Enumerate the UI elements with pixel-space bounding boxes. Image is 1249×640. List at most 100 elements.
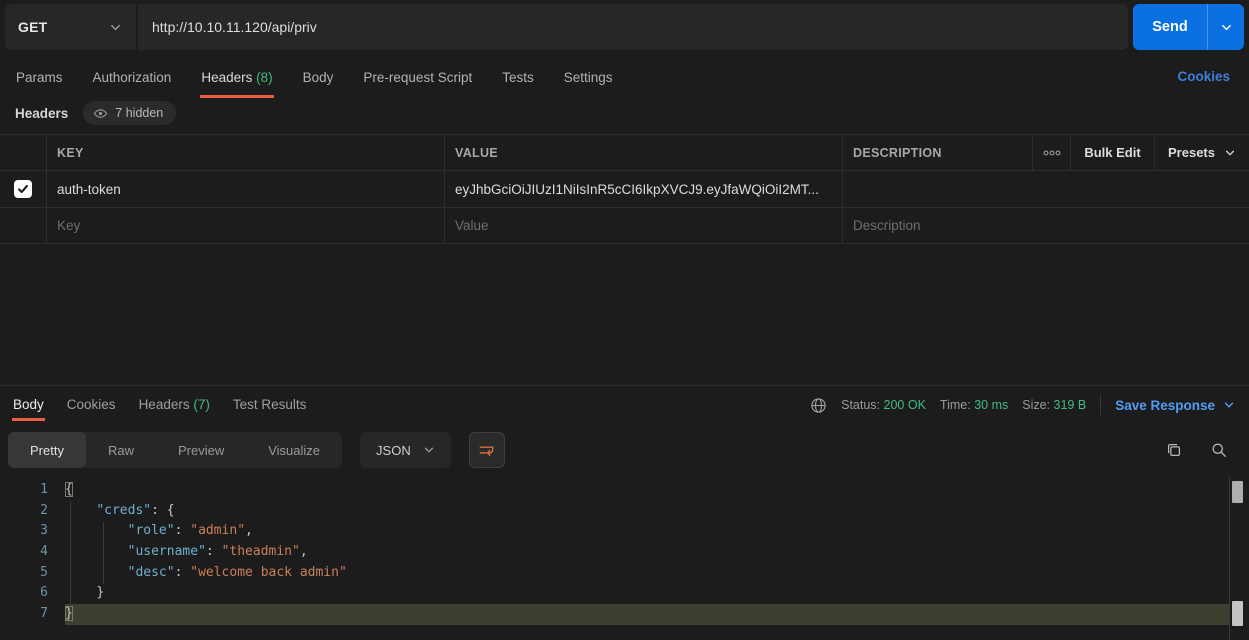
line-number: 4 — [0, 542, 65, 563]
scrollbar-track — [1229, 477, 1230, 640]
code-line: 2 "creds": { — [0, 501, 1230, 522]
cookies-link[interactable]: Cookies — [1177, 69, 1230, 84]
tab-tests[interactable]: Tests — [501, 62, 535, 98]
row-checkbox[interactable] — [14, 180, 32, 198]
bulk-edit-button[interactable]: Bulk Edit — [1071, 135, 1155, 170]
code-line: 7} — [0, 604, 1230, 625]
tab-authorization[interactable]: Authorization — [92, 62, 173, 98]
view-mode-switcher: Pretty Raw Preview Visualize — [8, 432, 342, 468]
response-tab-cookies[interactable]: Cookies — [66, 390, 117, 421]
response-headers-count: (7) — [193, 397, 210, 412]
save-response-button[interactable]: Save Response — [1115, 398, 1243, 413]
headers-table: KEY VALUE DESCRIPTION Bulk Edit Presets — [0, 134, 1249, 244]
headers-section-bar: Headers 7 hidden — [15, 101, 176, 125]
code-line: 4 "username": "theadmin", — [0, 542, 1230, 563]
globe-icon — [810, 397, 827, 414]
header-description-cell[interactable] — [843, 171, 1249, 207]
description-input[interactable]: Description — [853, 218, 921, 233]
code-line: 5 "desc": "welcome back admin" — [0, 563, 1230, 584]
wrap-text-icon — [477, 441, 496, 460]
chevron-down-icon — [1223, 399, 1235, 411]
code-line: 6 } — [0, 583, 1230, 604]
indent-guide — [70, 501, 71, 605]
view-pretty[interactable]: Pretty — [8, 432, 86, 468]
request-tabs: Params Authorization Headers (8) Body Pr… — [15, 62, 614, 98]
response-body-code[interactable]: 1{2 "creds": {3 "role": "admin",4 "usern… — [0, 472, 1230, 640]
line-content: "username": "theadmin", — [65, 542, 1230, 563]
view-preview[interactable]: Preview — [156, 432, 246, 468]
hidden-headers-label: 7 hidden — [115, 106, 163, 120]
url-input[interactable]: http://10.10.11.120/api/priv — [138, 4, 1128, 50]
response-meta: Status: 200 OK Time: 30 ms Size: 319 B S… — [810, 395, 1243, 415]
line-content: "desc": "welcome back admin" — [65, 563, 1230, 584]
hidden-headers-toggle[interactable]: 7 hidden — [83, 101, 176, 125]
send-button-group: Send — [1133, 4, 1244, 50]
more-options-button[interactable] — [1033, 135, 1071, 170]
view-raw[interactable]: Raw — [86, 432, 156, 468]
chevron-down-icon — [423, 444, 435, 456]
column-key: KEY — [47, 135, 445, 170]
postman-request-window: GET http://10.10.11.120/api/priv Send Pa… — [0, 0, 1249, 640]
request-bar: GET http://10.10.11.120/api/priv — [5, 4, 1128, 50]
table-header-row: KEY VALUE DESCRIPTION Bulk Edit Presets — [0, 135, 1249, 171]
line-content: } — [65, 583, 1230, 604]
tab-body[interactable]: Body — [302, 62, 335, 98]
line-number: 1 — [0, 480, 65, 501]
tab-params[interactable]: Params — [15, 62, 64, 98]
overview-cursor-mark[interactable] — [1232, 601, 1243, 626]
tab-headers[interactable]: Headers (8) — [200, 62, 273, 98]
code-line: 1{ — [0, 480, 1230, 501]
line-content: "creds": { — [65, 501, 1230, 522]
line-number: 3 — [0, 521, 65, 542]
send-options-button[interactable] — [1208, 4, 1244, 50]
format-dropdown[interactable]: JSON — [360, 432, 451, 468]
code-line: 3 "role": "admin", — [0, 521, 1230, 542]
line-content: { — [65, 480, 1230, 501]
url-value: http://10.10.11.120/api/priv — [152, 19, 317, 35]
presets-dropdown[interactable]: Presets — [1155, 135, 1249, 170]
status-badge: Status: 200 OK — [841, 398, 926, 412]
time-badge: Time: 30 ms — [940, 398, 1008, 412]
value-input[interactable]: Value — [455, 218, 489, 233]
response-view-toolbar: Pretty Raw Preview Visualize JSON — [8, 432, 505, 468]
size-badge: Size: 319 B — [1022, 398, 1086, 412]
headers-section-title: Headers — [15, 106, 68, 121]
eye-icon — [93, 106, 108, 121]
header-key-cell[interactable]: auth-token — [57, 182, 121, 197]
wrap-lines-button[interactable] — [469, 432, 505, 468]
copy-icon[interactable] — [1165, 441, 1183, 459]
key-input[interactable]: Key — [57, 218, 80, 233]
three-dots-icon — [1043, 150, 1061, 156]
search-icon[interactable] — [1210, 441, 1228, 459]
method-selector[interactable]: GET — [5, 4, 136, 50]
column-value: VALUE — [445, 135, 843, 170]
response-tabs: Body Cookies Headers (7) Test Results — [12, 390, 307, 421]
response-body-actions — [1165, 441, 1228, 459]
line-number: 5 — [0, 563, 65, 584]
scrollbar-thumb[interactable] — [1232, 481, 1243, 503]
table-row: auth-token eyJhbGciOiJIUzI1NiIsInR5cCI6I… — [0, 171, 1249, 208]
line-content: "role": "admin", — [65, 521, 1230, 542]
header-value-cell[interactable]: eyJhbGciOiJIUzI1NiIsInR5cCI6IkpXVCJ9.eyJ… — [455, 182, 819, 197]
table-placeholder-row: Key Value Description — [0, 208, 1249, 244]
view-visualize[interactable]: Visualize — [246, 432, 342, 468]
chevron-down-icon — [109, 21, 122, 34]
response-tab-test-results[interactable]: Test Results — [232, 390, 308, 421]
line-number: 6 — [0, 583, 65, 604]
headers-count: (8) — [256, 70, 273, 85]
response-divider — [0, 385, 1249, 386]
meta-separator — [1100, 395, 1101, 415]
send-button[interactable]: Send — [1133, 4, 1208, 50]
response-tab-body[interactable]: Body — [12, 390, 45, 421]
chevron-down-icon — [1220, 21, 1233, 34]
tab-settings[interactable]: Settings — [563, 62, 614, 98]
response-tab-headers[interactable]: Headers (7) — [138, 390, 211, 421]
line-content: } — [65, 604, 1230, 625]
indent-guide — [103, 522, 104, 584]
method-label: GET — [18, 19, 47, 35]
checkmark-icon — [16, 182, 30, 196]
line-number: 2 — [0, 501, 65, 522]
column-description: DESCRIPTION — [843, 135, 1033, 170]
tab-pre-request-script[interactable]: Pre-request Script — [362, 62, 473, 98]
chevron-down-icon — [1224, 147, 1236, 159]
